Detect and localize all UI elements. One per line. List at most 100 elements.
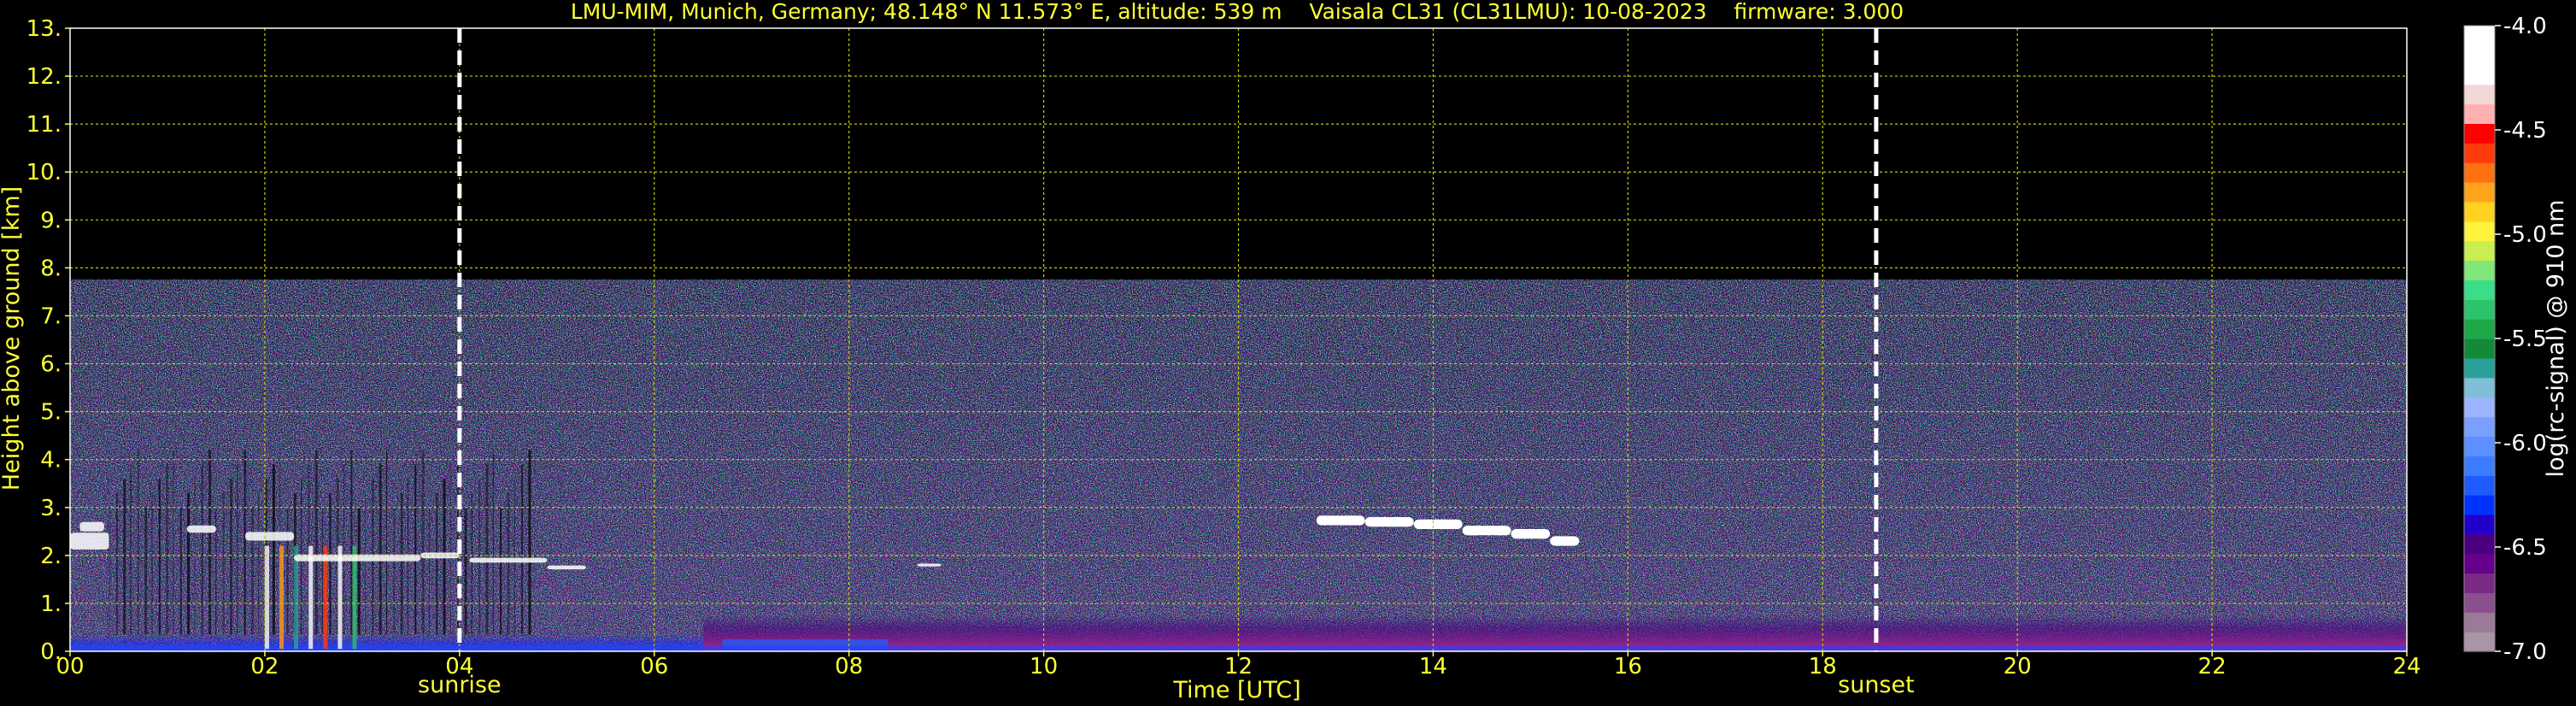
colorbar: -4.0 -4.5 -5.0 -5.5 -6.0 -6.5 -7.0 bbox=[2463, 14, 2547, 665]
colorbar-segment bbox=[2464, 553, 2495, 574]
x-axis-label: Time [UTC] bbox=[1172, 677, 1300, 703]
colorbar-segment bbox=[2464, 475, 2495, 496]
colorbar-segment bbox=[2464, 416, 2495, 437]
colorbar-segment bbox=[2464, 436, 2495, 456]
cloud-layer bbox=[1511, 529, 1551, 539]
y-tick-label: 8. bbox=[40, 256, 62, 281]
colorbar-segment bbox=[2464, 377, 2495, 398]
cloud-layer bbox=[1364, 516, 1414, 527]
colorbar-segment bbox=[2464, 456, 2495, 476]
colorbar-segment bbox=[2464, 26, 2495, 46]
attenuation-streak bbox=[350, 450, 353, 635]
colorbar-segment bbox=[2464, 299, 2495, 320]
attenuation-streak bbox=[400, 492, 403, 635]
ceilometer-chart: sunrise sunset 0.1.2.3.4.5.6.7.8.9.10.11.… bbox=[0, 0, 2569, 703]
x-tick-label: 22 bbox=[2198, 654, 2227, 680]
event-label-sunset: sunset bbox=[1838, 672, 1915, 698]
attenuation-streak bbox=[115, 492, 118, 635]
rain-shaft bbox=[264, 545, 269, 650]
colorbar-tick-label: -7.0 bbox=[2503, 639, 2547, 665]
rain-shaft bbox=[294, 545, 299, 650]
colorbar-segment bbox=[2464, 44, 2495, 66]
attenuation-streak bbox=[329, 492, 332, 635]
x-tick-label: 00 bbox=[56, 654, 84, 680]
y-tick-label: 13. bbox=[26, 16, 62, 42]
colorbar-segment bbox=[2464, 221, 2495, 242]
cloud-segment bbox=[70, 532, 109, 550]
rain-shaft bbox=[352, 545, 357, 650]
colorbar-segment bbox=[2464, 84, 2495, 105]
colorbar-label: log(rc-signal) @ 910 nm bbox=[2543, 200, 2569, 478]
colorbar-segment bbox=[2464, 573, 2495, 593]
rain-shaft bbox=[337, 545, 343, 650]
x-tick-label: 04 bbox=[445, 654, 473, 680]
x-tick-label: 06 bbox=[640, 654, 668, 680]
colorbar-segment bbox=[2464, 64, 2495, 85]
attenuation-streak bbox=[208, 450, 212, 635]
x-tick-label: 14 bbox=[1419, 654, 1447, 680]
colorbar-tick-label: -5.5 bbox=[2503, 327, 2547, 352]
colorbar-segment bbox=[2464, 533, 2495, 555]
colorbar-segment bbox=[2464, 319, 2495, 339]
attenuation-streak bbox=[144, 507, 148, 635]
y-tick-label: 12. bbox=[26, 64, 62, 90]
cloud-layer bbox=[1550, 536, 1580, 546]
colorbar-segment bbox=[2464, 338, 2495, 359]
x-tick-label: 02 bbox=[250, 654, 279, 680]
attenuation-streak bbox=[357, 507, 361, 635]
colorbar-segment bbox=[2464, 143, 2495, 163]
y-tick-label: 9. bbox=[40, 208, 62, 233]
attenuation-streak bbox=[521, 464, 524, 635]
attenuation-streak bbox=[272, 464, 275, 635]
colorbar-segment bbox=[2464, 103, 2495, 124]
cloud-segment bbox=[186, 525, 216, 533]
attenuation-streak bbox=[500, 507, 502, 635]
cloud-segment bbox=[917, 563, 942, 567]
attenuation-streak bbox=[314, 450, 318, 635]
attenuation-streak bbox=[436, 492, 438, 635]
attenuation-streak bbox=[528, 450, 531, 635]
cloud-segment bbox=[79, 521, 104, 532]
attenuation-streak bbox=[151, 492, 153, 635]
rain-shaft bbox=[323, 545, 328, 650]
attenuation-streak bbox=[158, 479, 161, 635]
y-tick-label: 10. bbox=[26, 160, 62, 185]
y-tick-label: 2. bbox=[40, 544, 62, 569]
x-tick-label: 24 bbox=[2392, 654, 2421, 680]
attenuation-streak bbox=[109, 507, 110, 635]
colorbar-segment bbox=[2464, 357, 2495, 379]
x-tick-label: 08 bbox=[835, 654, 863, 680]
attenuation-streak bbox=[194, 479, 196, 635]
colorbar-tick-label: -6.5 bbox=[2503, 535, 2547, 561]
cloud-layer bbox=[1413, 519, 1463, 530]
colorbar-segment bbox=[2464, 495, 2495, 515]
attenuation-streak bbox=[179, 507, 182, 635]
attenuation-streak bbox=[485, 464, 489, 635]
attenuation-streak bbox=[286, 507, 289, 635]
colorbar-segment bbox=[2464, 279, 2495, 300]
attenuation-streak bbox=[386, 450, 388, 635]
colorbar-segment bbox=[2464, 514, 2495, 535]
attenuation-streak bbox=[201, 464, 203, 635]
attenuation-streak bbox=[322, 507, 324, 635]
y-tick-label: 1. bbox=[40, 591, 62, 617]
colorbar-tick-label: -6.0 bbox=[2503, 431, 2547, 456]
y-tick-label: 5. bbox=[40, 400, 62, 426]
attenuation-streak bbox=[230, 479, 233, 635]
colorbar-tick-label: -4.0 bbox=[2503, 14, 2547, 39]
attenuation-streak bbox=[137, 450, 139, 635]
x-tick-label: 12 bbox=[1224, 654, 1253, 680]
attenuation-streak bbox=[123, 479, 126, 635]
y-tick-label: 6. bbox=[40, 352, 62, 378]
attenuation-streak bbox=[449, 464, 451, 635]
attenuation-streak bbox=[378, 464, 382, 635]
y-tick-label: 7. bbox=[40, 303, 62, 329]
attenuation-streak bbox=[428, 507, 430, 635]
attenuation-streak bbox=[464, 507, 467, 635]
chart-title: LMU-MIM, Munich, Germany; 48.148° N 11.5… bbox=[571, 0, 1904, 24]
y-tick-label: 11. bbox=[26, 112, 62, 138]
attenuation-streak bbox=[414, 464, 417, 635]
colorbar-segment bbox=[2464, 182, 2495, 203]
x-tick-label: 10 bbox=[1030, 654, 1058, 680]
attenuation-streak bbox=[187, 492, 191, 635]
